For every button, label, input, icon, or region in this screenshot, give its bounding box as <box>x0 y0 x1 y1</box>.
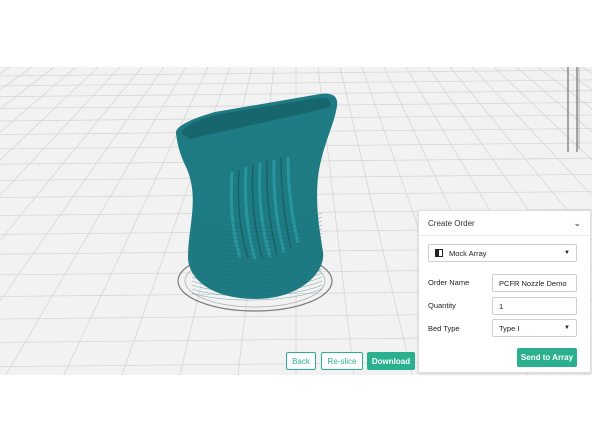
dropdown-caret-icon: ▼ <box>564 325 570 331</box>
panel-title: Create Order <box>428 218 475 228</box>
bed-type-select[interactable]: Type I ▼ <box>492 319 577 337</box>
order-name-input[interactable]: PCFR Nozzle Demo <box>492 274 577 292</box>
panel-header[interactable]: Create Order ⌄ <box>419 211 590 236</box>
quantity-input[interactable]: 1 <box>492 297 577 315</box>
download-button[interactable]: Download <box>367 352 415 370</box>
quantity-label: Quantity <box>428 301 456 310</box>
bed-type-label: Bed Type <box>428 324 460 333</box>
printer-icon <box>435 249 443 257</box>
printer-select[interactable]: Mock Array ▼ <box>428 244 577 262</box>
chevron-down-icon[interactable]: ⌄ <box>573 218 581 228</box>
bed-type-value: Type I <box>499 323 520 333</box>
reslice-button[interactable]: Re-slice <box>321 352 363 370</box>
printer-select-value: Mock Array <box>449 248 487 258</box>
order-name-value: PCFR Nozzle Demo <box>499 278 567 288</box>
back-button[interactable]: Back <box>286 352 316 370</box>
send-to-array-button[interactable]: Send to Array <box>517 348 577 367</box>
quantity-value: 1 <box>499 301 504 311</box>
order-name-label: Order Name <box>428 278 470 287</box>
dropdown-caret-icon: ▼ <box>564 250 570 256</box>
create-order-panel: Create Order ⌄ Mock Array ▼ Order Name P… <box>418 210 591 373</box>
